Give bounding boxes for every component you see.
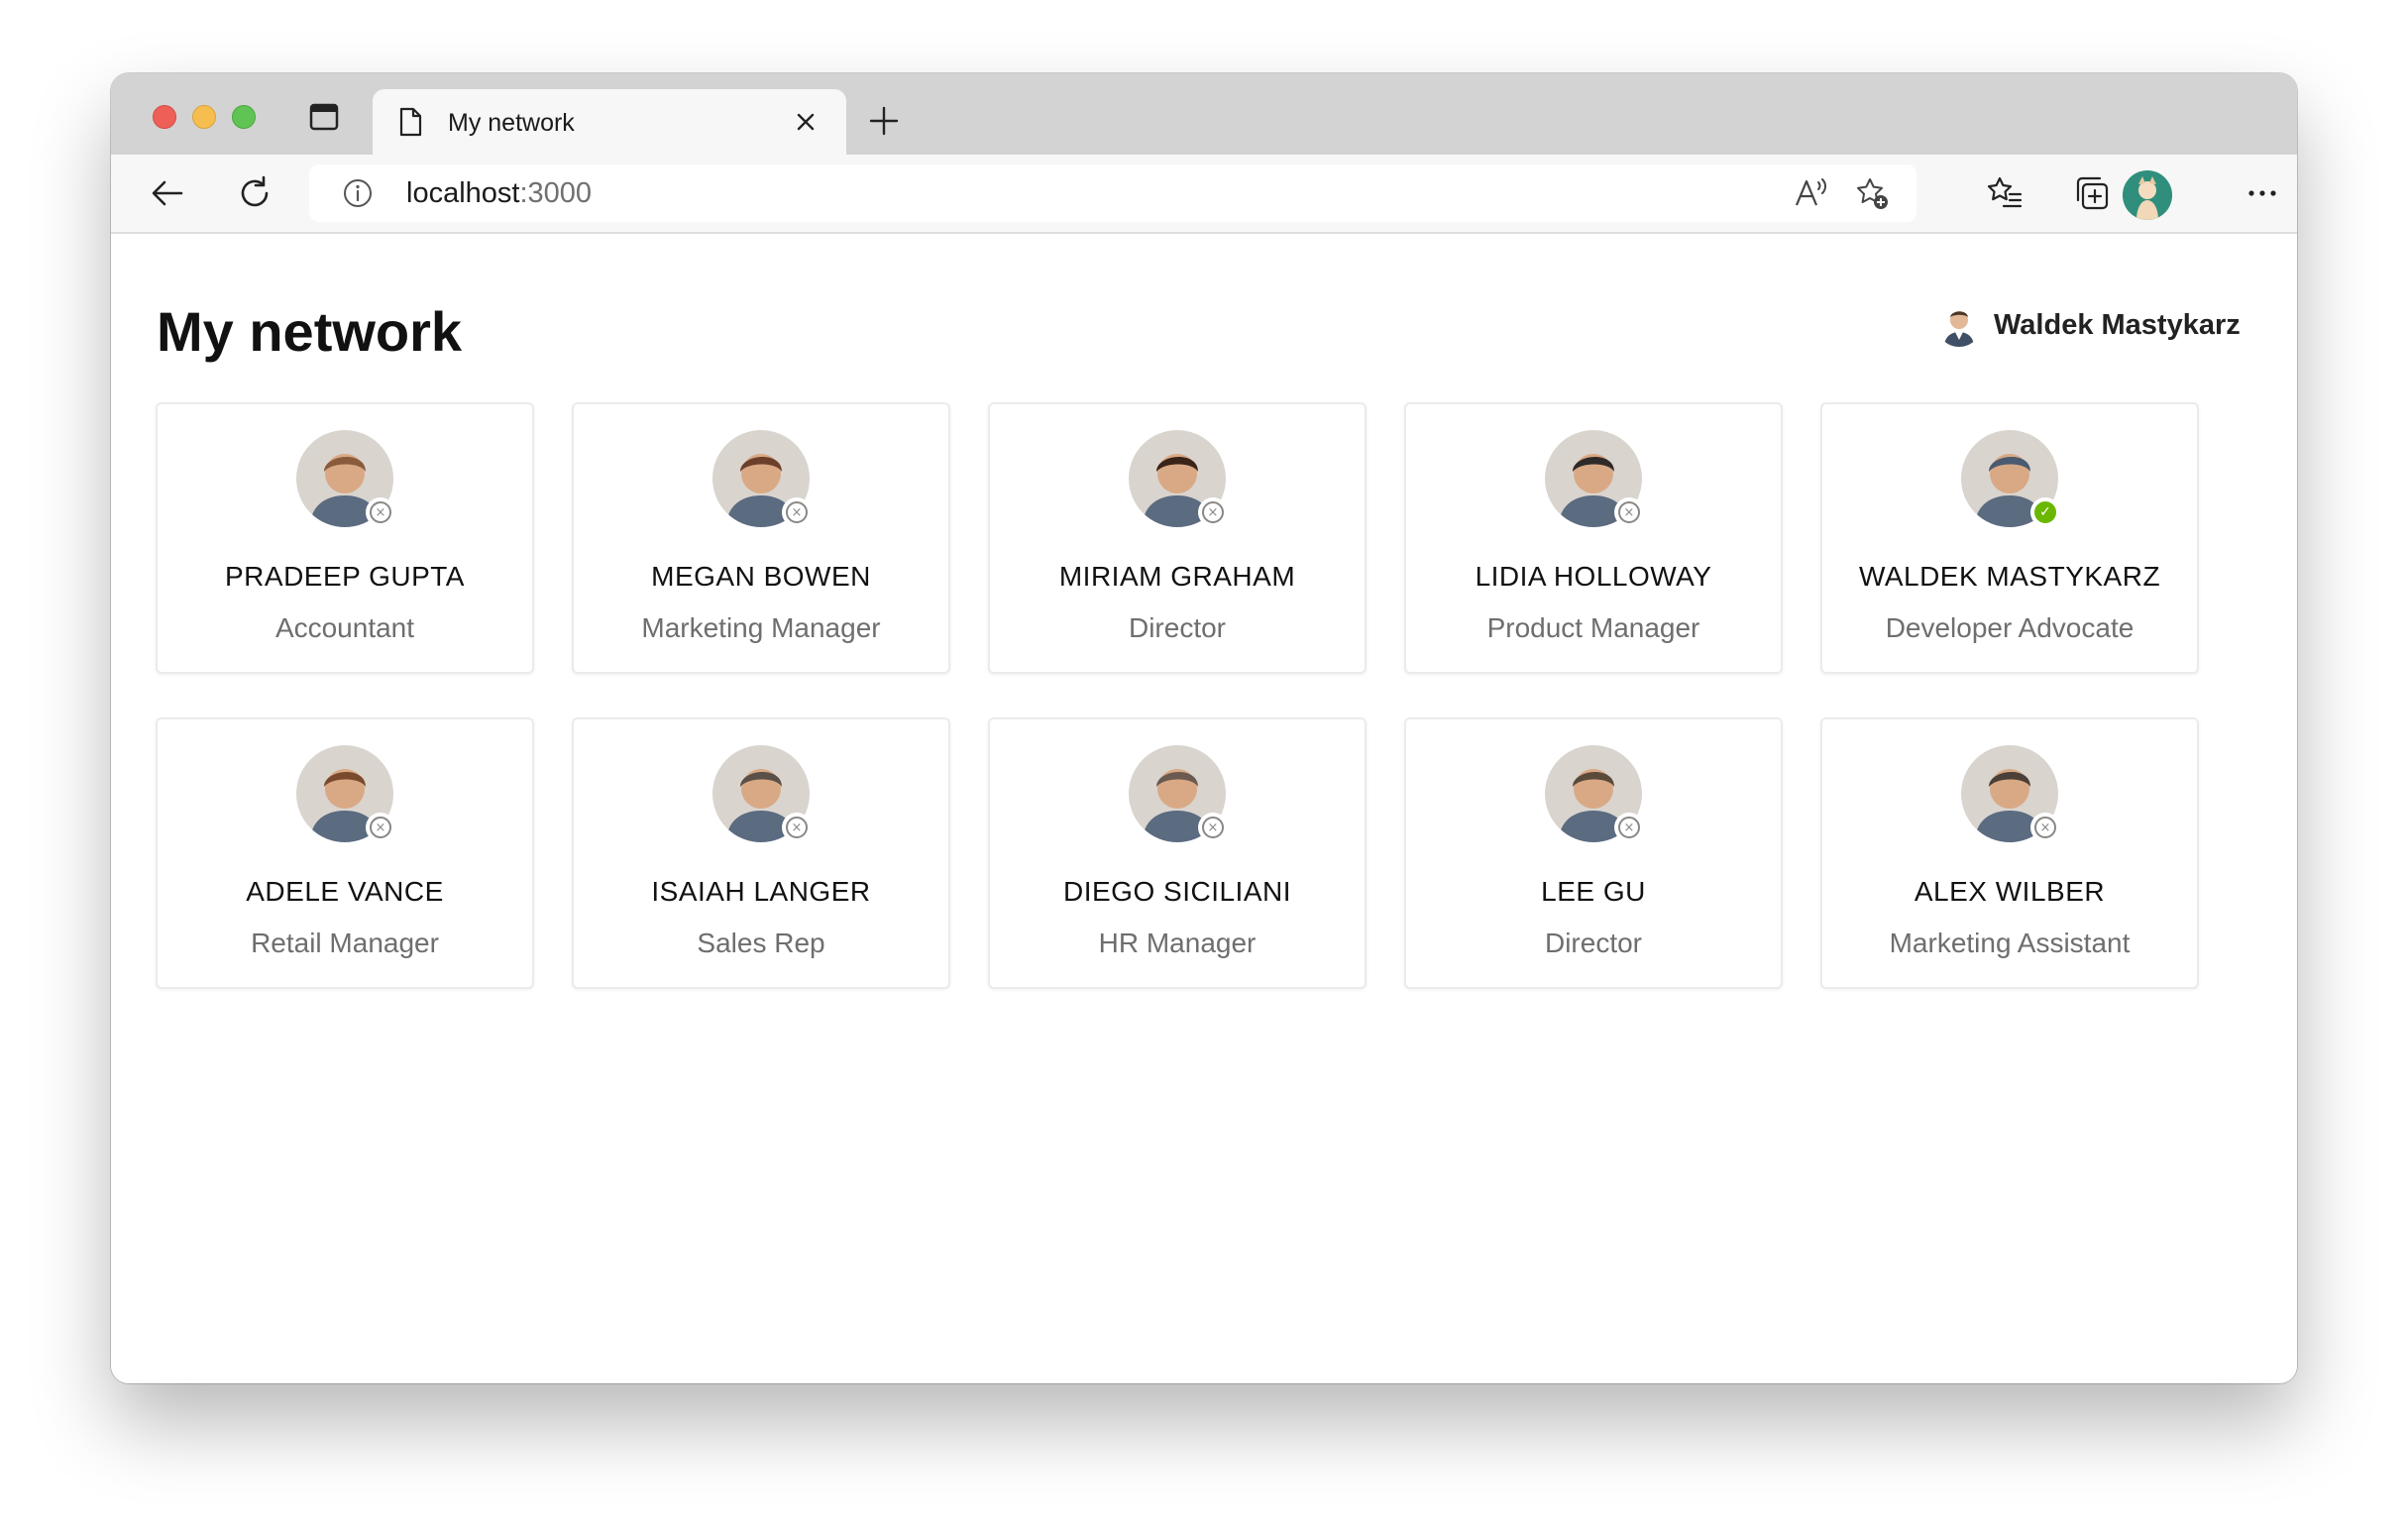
person-card[interactable]: × ALEX WILBER Marketing Assistant [1820, 717, 2199, 989]
person-job-title: Director [1544, 928, 1642, 958]
person-job-title: Product Manager [1486, 612, 1700, 643]
presence-available-icon: ✓ [2030, 497, 2060, 527]
presence-dot: × [2034, 817, 2056, 838]
address-bar[interactable]: localhost:3000 [309, 164, 1916, 222]
person-job-title: Developer Advocate [1885, 612, 2134, 643]
person-card[interactable]: × PRADEEP GUPTA Accountant [156, 402, 534, 674]
read-aloud-icon[interactable] [1794, 176, 1829, 210]
person-job-title: Marketing Manager [641, 612, 881, 643]
presence-dot: × [370, 501, 391, 523]
person-name: ADELE VANCE [246, 876, 444, 907]
refresh-icon[interactable] [236, 174, 274, 212]
person-name: PRADEEP GUPTA [225, 561, 465, 592]
presence-offline-icon: × [1198, 497, 1228, 527]
person-name: DIEGO SICILIANI [1063, 876, 1291, 907]
person-card[interactable]: × MIRIAM GRAHAM Director [988, 402, 1367, 674]
close-tab-icon[interactable] [793, 109, 819, 135]
person-card[interactable]: × ADELE VANCE Retail Manager [156, 717, 534, 989]
presence-offline-icon: × [1614, 497, 1644, 527]
person-job-title: Marketing Assistant [1889, 928, 2131, 958]
presence-offline-icon: × [1614, 813, 1644, 842]
presence-dot: × [1618, 817, 1640, 838]
page-content: My network Waldek Mastykarz × PRADEEP GUP… [111, 234, 2297, 1383]
url-text: localhost:3000 [406, 177, 592, 210]
presence-offline-icon: × [782, 813, 812, 842]
browser-toolbar: localhost:3000 [111, 155, 2297, 234]
person-name: LIDIA HOLLOWAY [1475, 561, 1712, 592]
user-avatar [1936, 301, 1982, 347]
presence-offline-icon: × [782, 497, 812, 527]
presence-offline-icon: × [2030, 813, 2060, 842]
url-port: :3000 [519, 177, 593, 209]
person-card[interactable]: ✓ WALDEK MASTYKARZ Developer Advocate [1820, 402, 2199, 674]
add-favorite-icon[interactable] [1855, 176, 1891, 212]
person-card[interactable]: × MEGAN BOWEN Marketing Manager [572, 402, 950, 674]
person-name: ISAIAH LANGER [651, 876, 871, 907]
profile-avatar[interactable] [2123, 170, 2172, 220]
presence-dot: × [786, 817, 808, 838]
presence-dot: × [1202, 501, 1224, 523]
person-name: LEE GU [1541, 876, 1646, 907]
presence-dot: ✓ [2034, 501, 2056, 523]
presence-offline-icon: × [1198, 813, 1228, 842]
person-card[interactable]: × LEE GU Director [1404, 717, 1783, 989]
document-icon [398, 107, 422, 137]
person-name: MIRIAM GRAHAM [1058, 561, 1296, 592]
active-tab[interactable]: My network [373, 89, 846, 155]
person-name: MEGAN BOWEN [651, 561, 871, 592]
page-title: My network [157, 300, 463, 363]
person-name: WALDEK MASTYKARZ [1858, 561, 2161, 592]
presence-dot: × [1202, 817, 1224, 838]
new-tab-icon[interactable] [868, 105, 900, 137]
back-arrow-icon[interactable] [149, 174, 186, 212]
favorites-icon[interactable] [1986, 174, 2024, 212]
close-window-button[interactable] [153, 105, 176, 129]
collections-icon[interactable] [2073, 174, 2111, 212]
person-job-title: Accountant [274, 612, 415, 643]
presence-dot: × [370, 817, 391, 838]
tab-bar: My network [111, 73, 2297, 155]
tab-title: My network [448, 109, 575, 137]
presence-dot: × [786, 501, 808, 523]
person-card[interactable]: × ISAIAH LANGER Sales Rep [572, 717, 950, 989]
person-job-title: Director [1128, 612, 1226, 643]
person-job-title: Sales Rep [697, 928, 825, 958]
person-job-title: Retail Manager [251, 928, 439, 958]
person-card[interactable]: × DIEGO SICILIANI HR Manager [988, 717, 1367, 989]
minimize-window-button[interactable] [192, 105, 216, 129]
person-name: ALEX WILBER [1914, 876, 2106, 907]
person-job-title: HR Manager [1098, 928, 1257, 958]
presence-dot: × [1618, 501, 1640, 523]
presence-offline-icon: × [366, 497, 395, 527]
user-name: Waldek Mastykarz [1994, 309, 2241, 341]
maximize-window-button[interactable] [232, 105, 256, 129]
person-card[interactable]: × LIDIA HOLLOWAY Product Manager [1404, 402, 1783, 674]
presence-offline-icon: × [366, 813, 395, 842]
more-options-icon[interactable] [2244, 174, 2281, 212]
url-host: localhost [406, 177, 520, 209]
browser-window: My network localhost:3000 My network Wal… [111, 73, 2297, 1383]
site-info-icon[interactable] [343, 178, 373, 208]
tab-actions-icon[interactable] [309, 103, 339, 131]
